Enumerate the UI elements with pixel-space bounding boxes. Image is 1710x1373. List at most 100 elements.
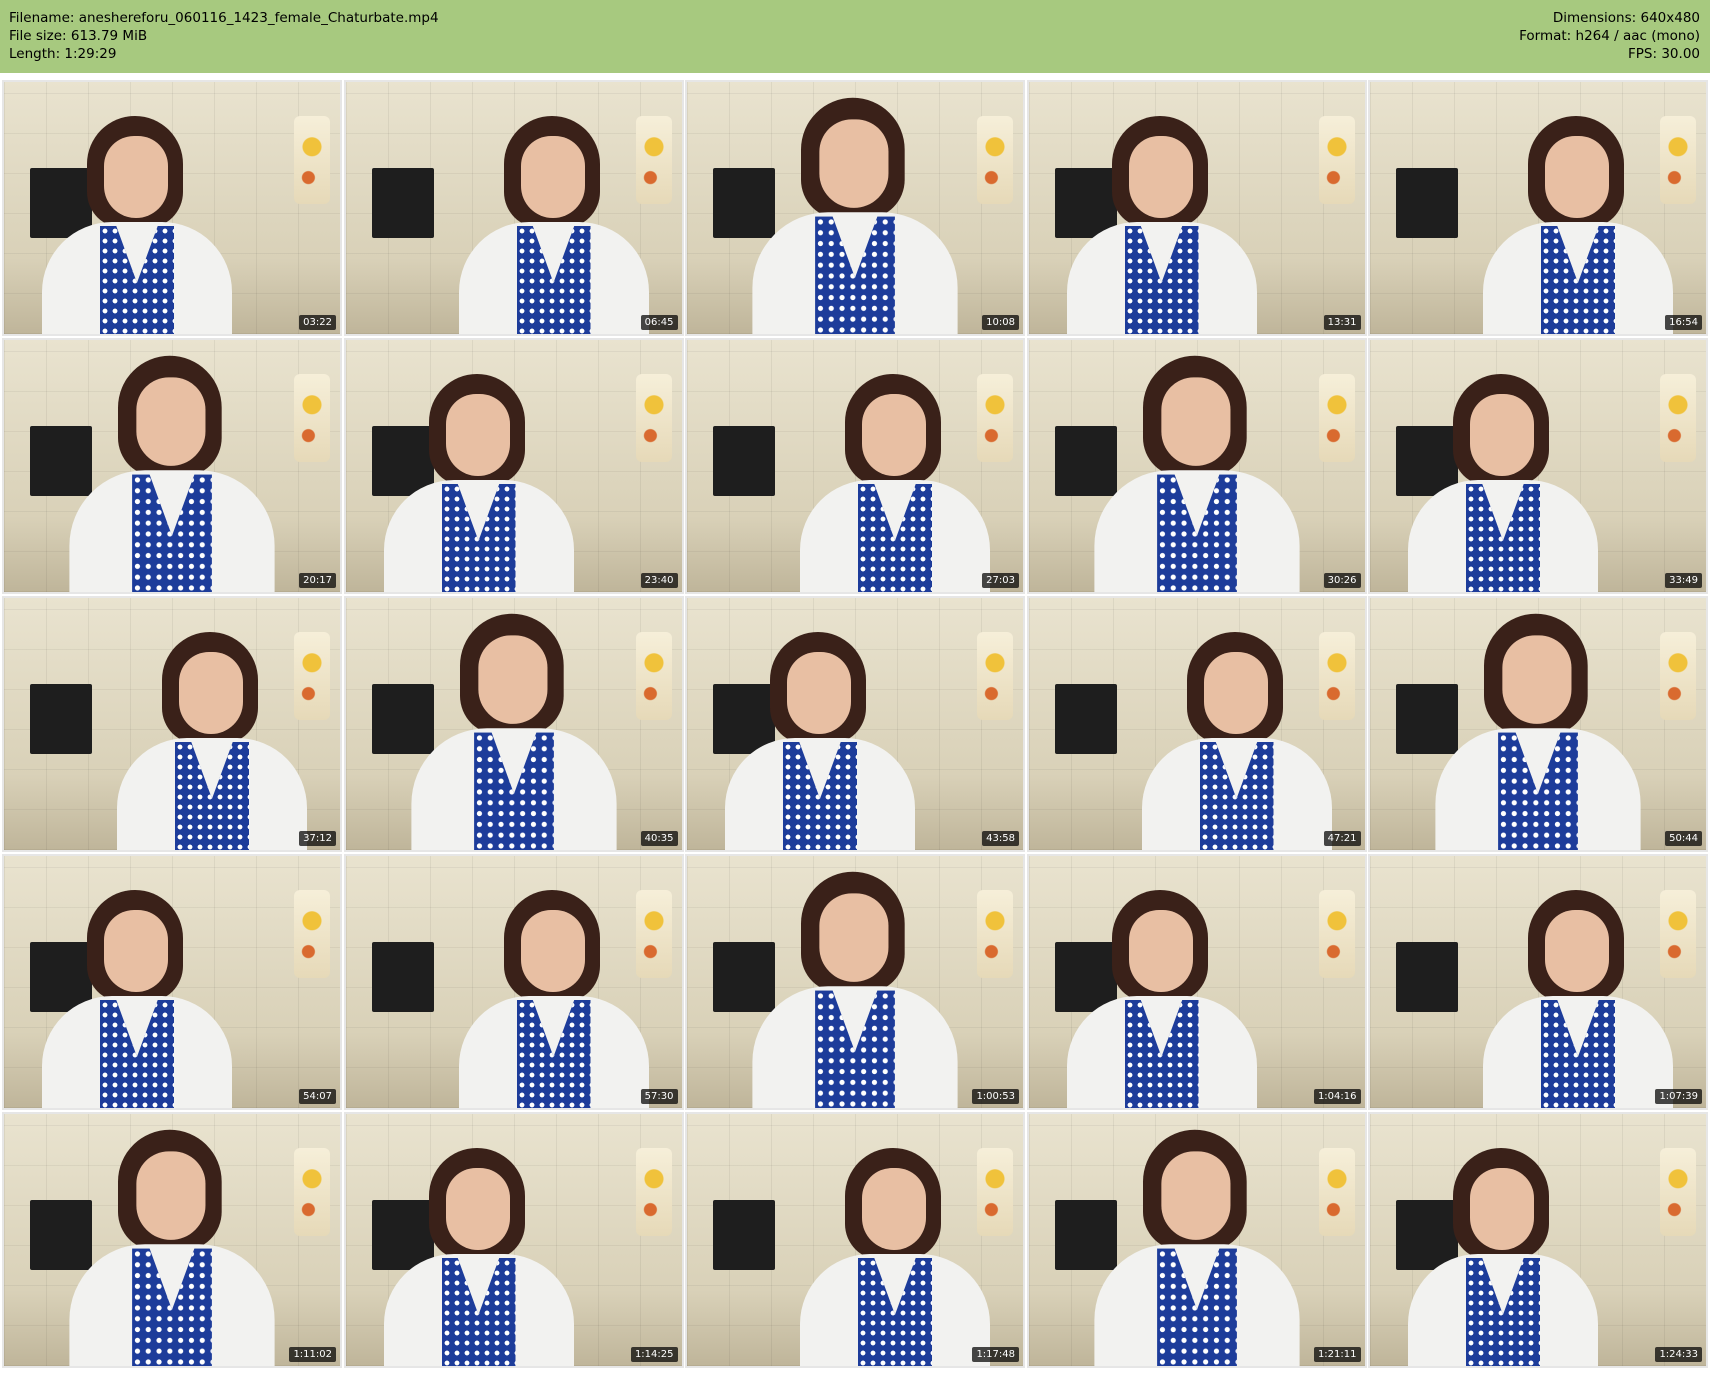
person-figure [725,630,915,850]
contact-sheet: Filename: aneshereforu_060116_1423_femal… [0,0,1710,1373]
frame-image [4,598,340,850]
thumbnail[interactable]: 1:00:53 [685,854,1025,1110]
background-monitor [371,168,434,238]
person-figure [383,372,574,592]
timestamp-label: 40:35 [640,831,678,846]
face-shape [520,136,585,218]
frame-image [1370,82,1706,334]
face-shape [445,394,510,476]
hanging-towel [294,890,330,978]
frame-image [1370,598,1706,850]
background-monitor [371,942,434,1012]
timestamp-label: 1:07:39 [1655,1089,1702,1104]
timestamp-label: 1:21:11 [1313,1347,1361,1362]
frame-image [1028,1114,1365,1366]
thumbnail[interactable]: 13:31 [1026,80,1367,336]
face-shape [1203,652,1268,734]
face-shape [136,377,206,466]
face-shape [787,652,851,734]
face-shape [1160,377,1230,466]
thumbnail[interactable]: 1:14:25 [343,1112,684,1368]
hanging-towel [294,1148,330,1236]
thumbnail[interactable]: 27:03 [685,338,1025,594]
background-monitor [1054,684,1117,754]
background-monitor [30,684,92,754]
face-shape [1128,910,1193,992]
timestamp-label: 1:17:48 [972,1347,1019,1362]
thumbnail[interactable]: 16:54 [1368,80,1708,336]
thumbnail[interactable]: 03:22 [2,80,342,336]
thumbnail[interactable]: 1:11:02 [2,1112,342,1368]
thumbnail[interactable]: 1:21:11 [1026,1112,1367,1368]
thumbnail[interactable]: 33:49 [1368,338,1708,594]
thumbnail[interactable]: 23:40 [343,338,684,594]
thumbnail[interactable]: 10:08 [685,80,1025,336]
frame-image [345,598,682,850]
thumbnail[interactable]: 20:17 [2,338,342,594]
frame-image [687,340,1023,592]
frame-image [1370,856,1706,1108]
thumbnail[interactable]: 1:04:16 [1026,854,1367,1110]
thumbnail[interactable]: 06:45 [343,80,684,336]
person-figure [1435,612,1641,850]
thumbnail[interactable]: 37:12 [2,596,342,852]
person-figure [752,96,958,334]
thumbnail[interactable]: 57:30 [343,854,684,1110]
person-figure [1066,114,1257,334]
face-shape [819,893,889,982]
thumbnail[interactable]: 1:07:39 [1368,854,1708,1110]
person-figure [69,354,275,592]
thumbnail[interactable]: 50:44 [1368,596,1708,852]
timestamp-label: 27:03 [982,573,1019,588]
timestamp-label: 23:40 [640,573,678,588]
frame-image [345,340,682,592]
thumbnail[interactable]: 43:58 [685,596,1025,852]
frame-image [1028,598,1365,850]
hanging-towel [977,116,1013,204]
timestamp-label: 47:21 [1323,831,1361,846]
person-figure [1408,372,1598,592]
background-monitor [1396,168,1458,238]
face-shape [520,910,585,992]
thumbnail[interactable]: 47:21 [1026,596,1367,852]
timestamp-label: 1:04:16 [1313,1089,1361,1104]
face-shape [862,1168,926,1250]
timestamp-label: 03:22 [299,315,336,330]
frame-image [4,856,340,1108]
thumbnail[interactable]: 54:07 [2,854,342,1110]
person-figure [117,630,307,850]
hanging-towel [1660,374,1696,462]
thumbnail[interactable]: 1:17:48 [685,1112,1025,1368]
face-shape [477,635,547,724]
frame-image [687,856,1023,1108]
face-shape [1160,1151,1230,1240]
timestamp-label: 43:58 [982,831,1019,846]
person-figure [410,612,617,850]
background-monitor [1396,942,1458,1012]
thumbnail-grid: 03:22 06:45 10:08 13:31 16:54 20:17 23:40 27:03… [2,80,1708,1372]
person-figure [1483,888,1673,1108]
fps-text: FPS: 30.00 [1628,46,1700,62]
timestamp-label: 06:45 [640,315,678,330]
timestamp-label: 50:44 [1665,831,1702,846]
person-figure [458,888,649,1108]
frame-image [687,82,1023,334]
thumbnail[interactable]: 40:35 [343,596,684,852]
person-figure [1408,1146,1598,1366]
metadata-header: Filename: aneshereforu_060116_1423_femal… [0,0,1710,73]
person-figure [458,114,649,334]
person-figure [1141,630,1332,850]
face-shape [1470,1168,1534,1250]
person-figure [69,1128,275,1366]
thumbnail[interactable]: 1:24:33 [1368,1112,1708,1368]
frame-image [345,82,682,334]
frame-image [4,82,340,334]
format-text: Format: h264 / aac (mono) [1519,28,1700,44]
timestamp-label: 13:31 [1323,315,1361,330]
thumbnail[interactable]: 30:26 [1026,338,1367,594]
face-shape [1502,635,1572,724]
person-figure [42,888,232,1108]
person-figure [1483,114,1673,334]
timestamp-label: 1:11:02 [289,1347,336,1362]
timestamp-label: 1:14:25 [630,1347,678,1362]
